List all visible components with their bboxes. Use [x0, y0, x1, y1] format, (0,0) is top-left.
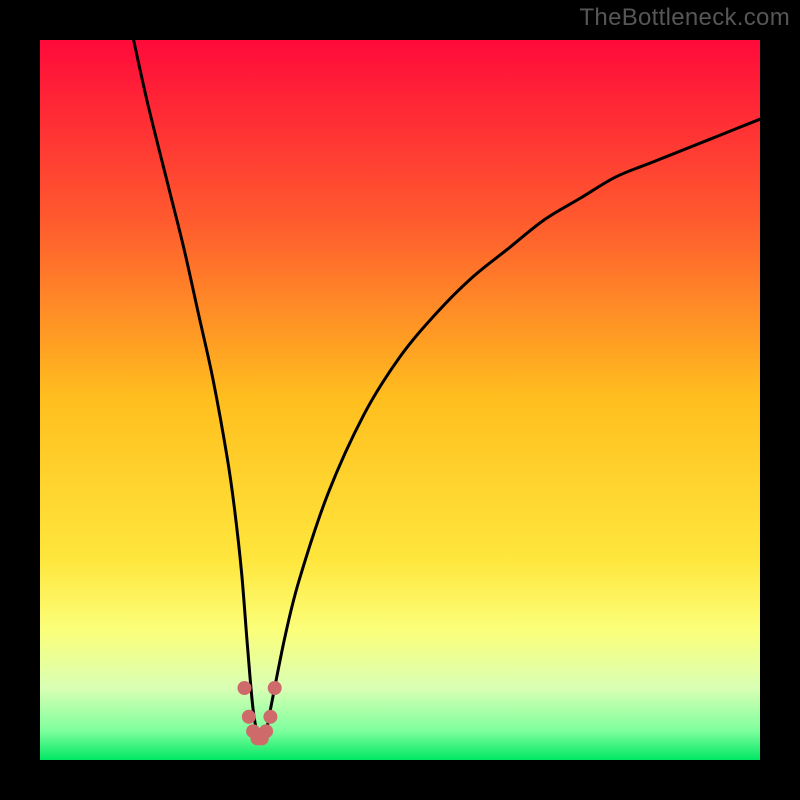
marker-dot: [242, 710, 256, 724]
watermark-text: TheBottleneck.com: [579, 4, 790, 32]
curve-layer: [40, 40, 760, 760]
marker-dot: [263, 710, 277, 724]
plot-area: [40, 40, 760, 760]
chart-container: TheBottleneck.com: [0, 0, 800, 800]
marker-dot: [268, 681, 282, 695]
marker-dot: [259, 724, 273, 738]
marker-group: [237, 681, 281, 745]
curve-path: [134, 40, 760, 742]
marker-dot: [237, 681, 251, 695]
